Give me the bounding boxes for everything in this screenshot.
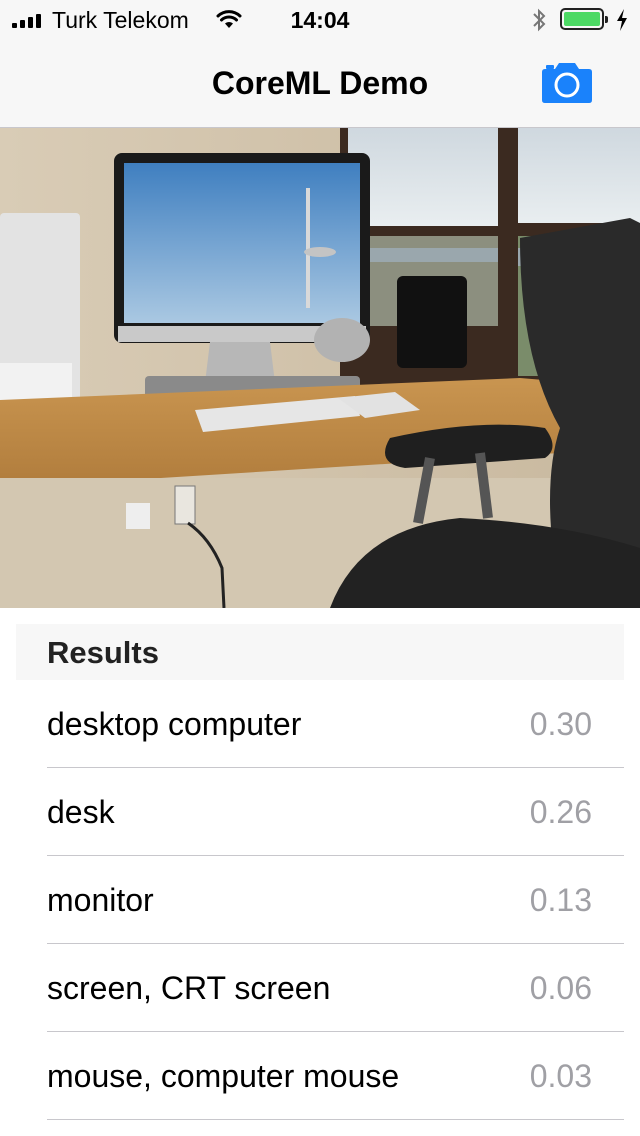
result-row[interactable]: desk 0.26: [0, 768, 640, 856]
result-row[interactable]: mouse, computer mouse 0.03: [0, 1032, 640, 1120]
result-label: mouse, computer mouse: [47, 1058, 400, 1094]
result-confidence: 0.06: [529, 970, 592, 1006]
results-list: desktop computer 0.30 desk 0.26 monitor …: [0, 680, 640, 1120]
captured-photo: [0, 128, 640, 608]
camera-button[interactable]: [540, 62, 594, 104]
status-bar: Turk Telekom 14:04: [0, 0, 640, 40]
result-label: screen, CRT screen: [47, 970, 331, 1006]
battery-icon: [560, 8, 608, 30]
result-confidence: 0.03: [529, 1058, 592, 1094]
camera-icon: [542, 63, 592, 103]
results-section-header: Results: [16, 624, 624, 680]
result-label: desktop computer: [47, 706, 302, 742]
result-row[interactable]: monitor 0.13: [0, 856, 640, 944]
result-row[interactable]: desktop computer 0.30: [0, 680, 640, 768]
bluetooth-icon: [533, 8, 546, 32]
result-confidence: 0.13: [529, 882, 592, 918]
charging-icon: [617, 9, 627, 31]
navigation-bar: CoreML Demo: [0, 40, 640, 128]
result-label: desk: [47, 794, 115, 830]
result-label: monitor: [47, 882, 154, 918]
result-confidence: 0.30: [529, 706, 592, 742]
result-row[interactable]: screen, CRT screen 0.06: [0, 944, 640, 1032]
result-confidence: 0.26: [529, 794, 592, 830]
